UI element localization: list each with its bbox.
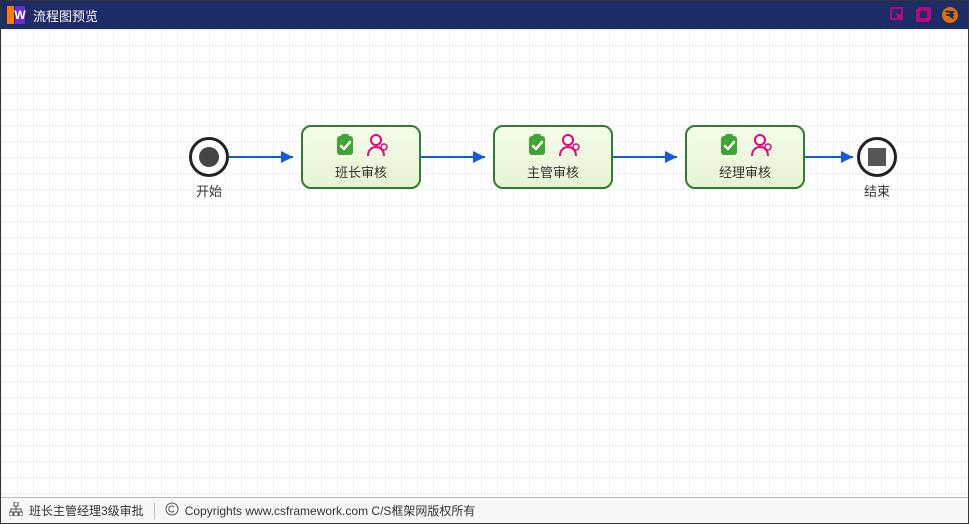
- start-node-label: 开始: [196, 181, 222, 200]
- user-icon: [559, 133, 581, 162]
- flow-canvas[interactable]: 开始 班长审核 主管审核: [1, 29, 968, 497]
- arrow-task1-to-task2: [421, 150, 493, 164]
- task-node-3-label: 经理审核: [719, 162, 771, 181]
- end-node[interactable]: 结束: [857, 137, 897, 177]
- arrow-task2-to-task3: [613, 150, 685, 164]
- task-node-1[interactable]: 班长审核: [301, 125, 421, 189]
- maximize-button[interactable]: [912, 3, 936, 27]
- start-node[interactable]: 开始: [189, 137, 229, 177]
- copyright-icon: [165, 502, 179, 519]
- task-node-2[interactable]: 主管审核: [493, 125, 613, 189]
- copyright-label: Copyrights www.csframework.com C/S框架网版权所…: [185, 502, 476, 519]
- window-root: W 流程图预览: [0, 0, 969, 524]
- user-icon: [367, 133, 389, 162]
- close-button[interactable]: [938, 3, 962, 27]
- end-node-label: 结束: [864, 181, 890, 200]
- sitemap-icon: [9, 502, 23, 519]
- statusbar-separator: [154, 503, 155, 519]
- task-node-1-label: 班长审核: [335, 162, 387, 181]
- minimize-to-tray-button[interactable]: [886, 3, 910, 27]
- user-icon: [751, 133, 773, 162]
- clipboard-check-icon: [717, 133, 741, 162]
- task-node-2-label: 主管审核: [527, 162, 579, 181]
- statusbar: 班长主管经理3级审批 Copyrights www.csframework.co…: [1, 497, 968, 523]
- arrow-start-to-task1: [229, 150, 301, 164]
- app-logo: W: [7, 6, 25, 24]
- clipboard-check-icon: [333, 133, 357, 162]
- arrow-task3-to-end: [805, 150, 861, 164]
- window-title: 流程图预览: [33, 6, 884, 25]
- workflow-name-label: 班长主管经理3级审批: [29, 502, 144, 519]
- clipboard-check-icon: [525, 133, 549, 162]
- task-node-3[interactable]: 经理审核: [685, 125, 805, 189]
- titlebar: W 流程图预览: [1, 1, 968, 29]
